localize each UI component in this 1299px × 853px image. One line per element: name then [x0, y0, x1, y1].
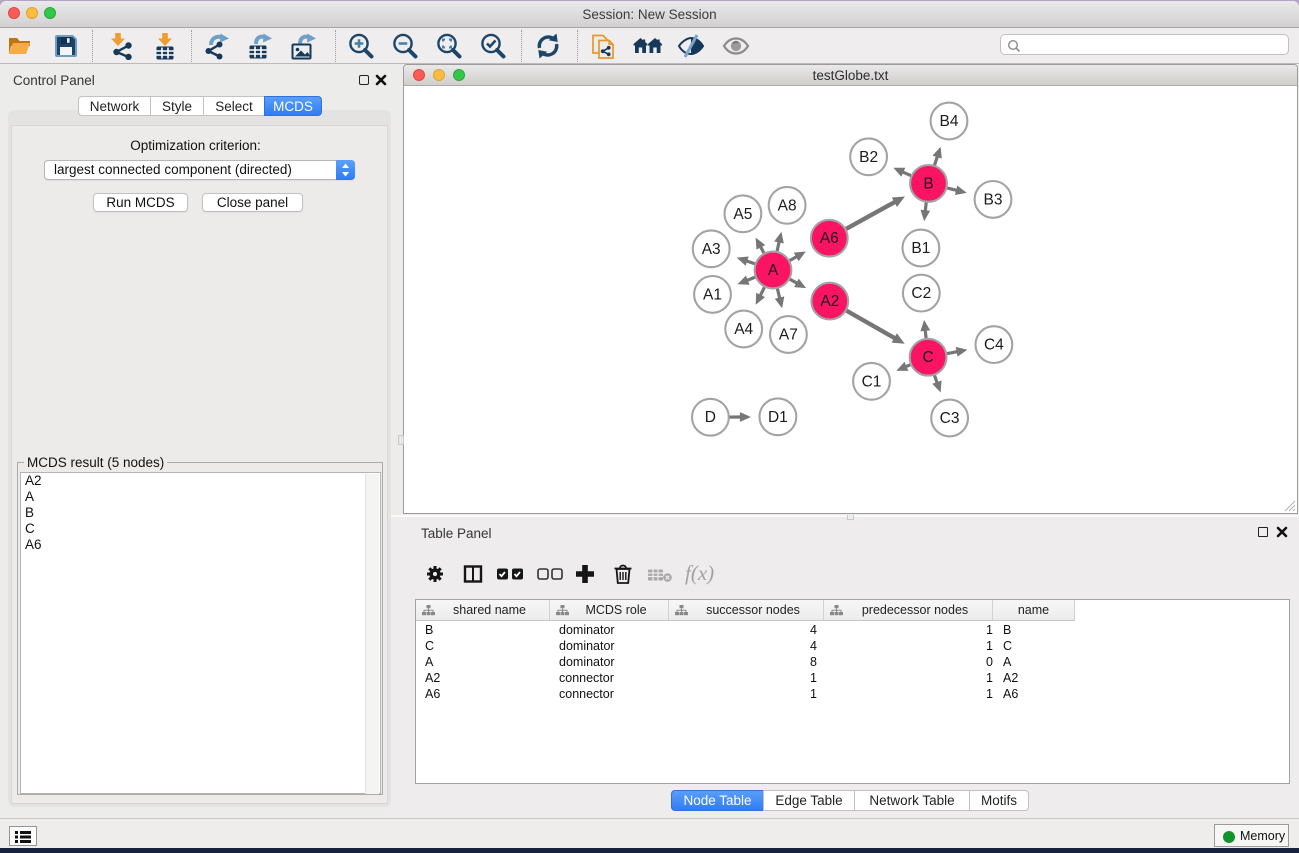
svg-text:B: B: [923, 175, 933, 192]
svg-text:D: D: [705, 409, 716, 426]
svg-text:C3: C3: [940, 410, 960, 427]
svg-text:D1: D1: [768, 409, 788, 426]
svg-text:A6: A6: [820, 230, 839, 247]
svg-text:B2: B2: [859, 149, 878, 166]
svg-text:A4: A4: [734, 321, 753, 338]
svg-text:C2: C2: [911, 285, 931, 302]
svg-text:C1: C1: [862, 373, 882, 390]
svg-text:A5: A5: [733, 206, 752, 223]
svg-text:A1: A1: [703, 286, 722, 303]
svg-text:A2: A2: [820, 293, 839, 310]
svg-text:A3: A3: [702, 241, 721, 258]
svg-text:A: A: [768, 262, 779, 279]
svg-text:B4: B4: [940, 113, 959, 130]
svg-text:A7: A7: [779, 327, 798, 344]
svg-text:A8: A8: [778, 197, 797, 214]
svg-text:B3: B3: [984, 191, 1003, 208]
svg-text:C4: C4: [984, 337, 1004, 354]
svg-text:B1: B1: [911, 240, 930, 257]
svg-text:C: C: [922, 349, 933, 366]
